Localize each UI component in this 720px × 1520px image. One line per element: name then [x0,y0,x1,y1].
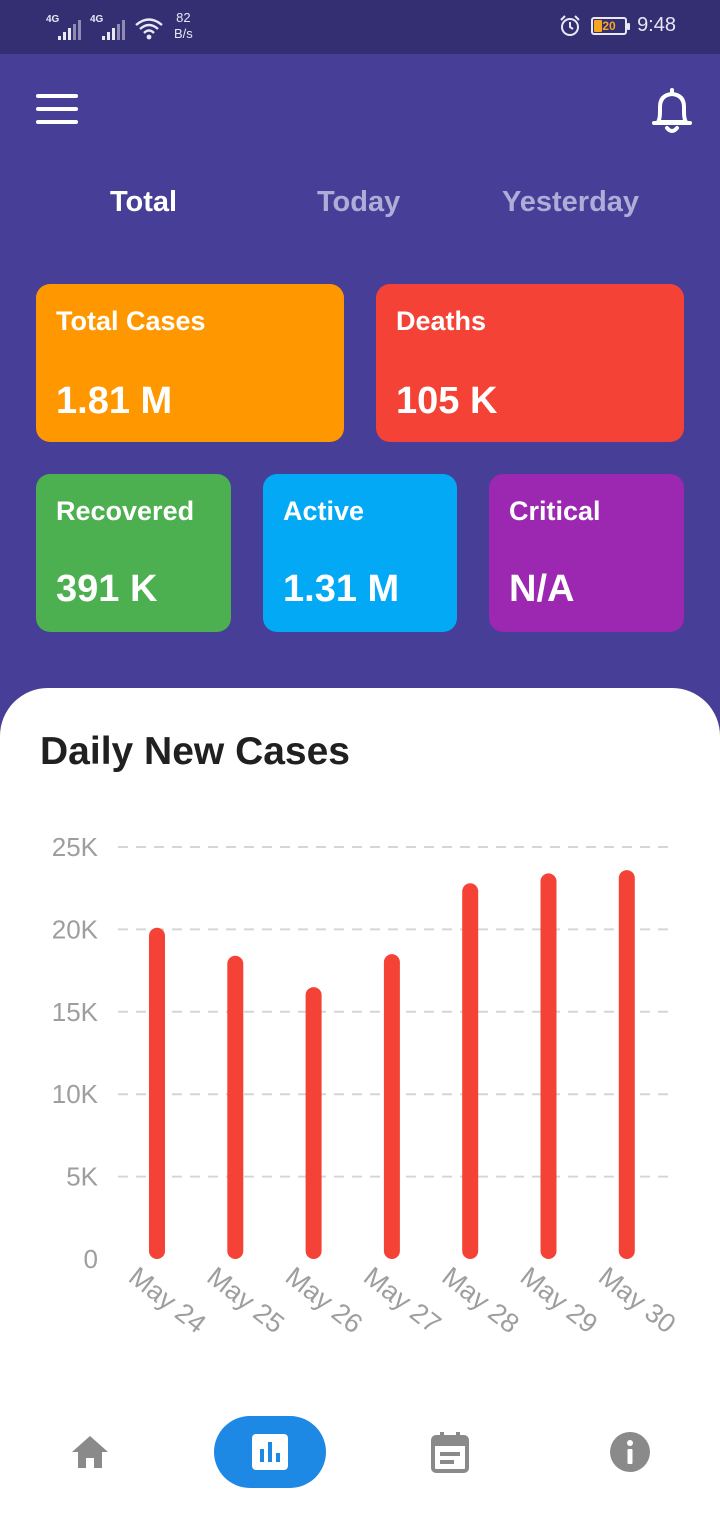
calendar-icon [431,1432,469,1473]
critical-value: N/A [509,568,575,610]
x-tick-label: May 27 [358,1261,446,1339]
x-tick-label: May 26 [280,1261,368,1339]
total-cases-value: 1.81 M [56,380,173,422]
active-label: Active [283,496,365,526]
x-tick-label: May 28 [437,1261,525,1339]
chart-bar[interactable] [227,955,244,1259]
status-bar-left: 4G 4G 82 B/s [46,10,193,42]
nav-calendar[interactable] [414,1416,486,1488]
tab-today[interactable]: Today [317,186,400,219]
x-tick-label: May 29 [515,1261,603,1339]
x-tick-label: May 25 [202,1261,290,1339]
network-speed-value: 82 [176,10,191,25]
y-tick-label: 20K [52,914,99,944]
recovered-value: 391 K [56,568,158,610]
critical-label: Critical [509,496,601,526]
y-tick-label: 0 [84,1244,98,1274]
status-bar-right: 20 9:48 [559,14,676,37]
chart-bar[interactable] [462,883,479,1259]
status-bar: 4G 4G 82 B/s 20 9:48 [0,0,720,54]
chart-bar[interactable] [618,870,635,1259]
daily-new-cases-chart: 05K10K15K20K25KMay 24May 25May 26May 27M… [52,832,682,1339]
critical-card[interactable]: Critical N/A [489,474,684,632]
home-icon [72,1436,108,1468]
period-tabs: Total Today Yesterday [0,186,720,226]
tab-yesterday[interactable]: Yesterday [502,186,639,219]
recovered-card[interactable]: Recovered 391 K [36,474,231,632]
y-tick-label: 25K [52,832,99,862]
active-value: 1.31 M [283,568,400,610]
nav-home[interactable] [54,1416,126,1488]
deaths-value: 105 K [396,380,498,422]
deaths-card[interactable]: Deaths 105 K [376,284,684,442]
x-tick-label: May 30 [593,1261,681,1339]
cellular-signal-icon-2: 4G [90,14,125,42]
bar-chart-icon [252,1434,288,1470]
network-speed-unit: B/s [174,26,193,41]
active-card[interactable]: Active 1.31 M [263,474,457,632]
battery-icon: 20 [591,16,631,35]
wifi-icon [135,18,163,40]
battery-level: 20 [602,18,616,33]
hamburger-menu-icon[interactable] [36,94,78,126]
x-tick-label: May 24 [123,1261,211,1339]
y-tick-label: 10K [52,1079,99,1109]
chart-bar[interactable] [383,954,400,1259]
cellular-signal-icon: 4G [46,14,81,42]
recovered-label: Recovered [56,496,195,526]
y-tick-label: 15K [52,997,99,1027]
total-cases-card[interactable]: Total Cases 1.81 M [36,284,344,442]
y-tick-label: 5K [66,1162,98,1192]
tab-total[interactable]: Total [110,186,177,219]
alarm-clock-icon [560,14,580,36]
bell-icon[interactable] [650,86,694,136]
status-time: 9:48 [637,14,676,36]
nav-info[interactable] [594,1416,666,1488]
bottom-navigation [0,1400,720,1510]
chart-bar[interactable] [305,987,322,1259]
network-speed: 82 B/s [174,10,193,42]
chart-title: Daily New Cases [40,730,351,773]
total-cases-label: Total Cases [56,306,206,336]
info-icon [610,1432,650,1472]
deaths-label: Deaths [396,306,487,336]
nav-statistics[interactable] [214,1416,326,1488]
chart-bar[interactable] [540,873,557,1259]
chart-bar[interactable] [149,927,165,1259]
